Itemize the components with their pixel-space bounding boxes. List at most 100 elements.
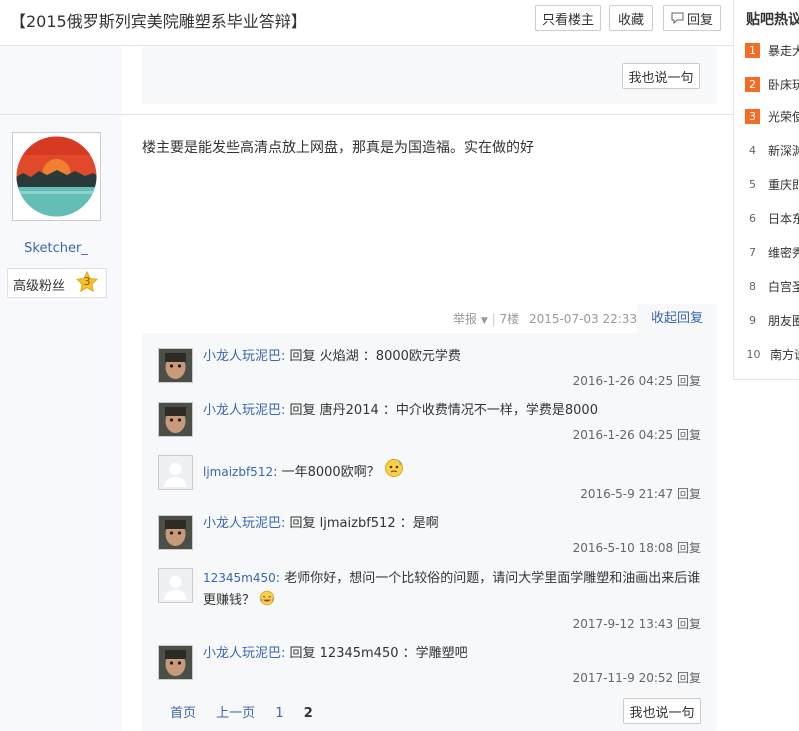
hot-rank: 7: [749, 245, 756, 259]
hot-rank: 10: [746, 347, 761, 361]
comment-icon: [671, 12, 684, 24]
reply-action-link[interactable]: 回复: [677, 374, 701, 388]
child-avatar-image: [159, 403, 192, 436]
reply-avatar[interactable]: [158, 515, 193, 550]
hot-topic-text[interactable]: 南方说: [770, 346, 799, 363]
reply-avatar[interactable]: [158, 568, 193, 603]
avatar[interactable]: [12, 132, 101, 221]
reply-action-link[interactable]: 回复: [677, 428, 701, 442]
reply-time: 2016-5-10 18:08: [572, 541, 674, 555]
page-1-link[interactable]: 1: [275, 706, 283, 721]
hot-topic-item[interactable]: 1 暴走大: [745, 40, 799, 60]
reply-text: 小龙人玩泥巴: 回复 唐丹2014 ：中介收费情况不一样，学费是8000: [203, 403, 598, 418]
rank-badge: 高级粉丝 3: [7, 268, 107, 298]
reply-meta: 2016-5-9 21:47 回复: [580, 485, 701, 502]
thread-header: 【2015俄罗斯列宾美院雕塑系毕业答辩】 只看楼主 收藏 回复: [0, 0, 733, 46]
thread-title: 【2015俄罗斯列宾美院雕塑系毕业答辩】: [10, 12, 307, 31]
reply-button-label: 回复: [686, 12, 713, 28]
hot-topic-text[interactable]: 白宫圣: [768, 278, 799, 295]
reply-time: 2017-11-9 20:52: [572, 671, 674, 685]
hot-topic-item[interactable]: 7 维密秀: [745, 242, 799, 262]
hot-topic-item[interactable]: 4 新深渊: [745, 140, 799, 160]
hot-topic-text[interactable]: 光荣使: [768, 108, 799, 125]
only-op-button[interactable]: 只看楼主: [535, 5, 601, 31]
post-divider: [0, 114, 733, 115]
reply-action-link[interactable]: 回复: [677, 617, 701, 631]
chevron-down-icon[interactable]: ▼: [481, 316, 488, 326]
hot-topics-title: 贴吧热议: [746, 12, 799, 28]
hot-rank: 9: [749, 313, 756, 327]
rank-label: 高级粉丝: [13, 279, 66, 294]
collapse-replies-tab[interactable]: 收起回复: [637, 304, 717, 333]
hot-topic-text[interactable]: 朋友圈: [768, 312, 799, 329]
report-link[interactable]: 举报: [453, 312, 477, 326]
hot-topic-text[interactable]: 重庆即: [768, 176, 799, 193]
say-something-button[interactable]: 我也说一句: [623, 698, 701, 724]
hot-rank: 1: [745, 42, 760, 58]
reply-meta: 2016-1-26 04:25 回复: [573, 372, 701, 389]
reply-text: 小龙人玩泥巴: 回复 12345m450 ：学雕塑吧: [203, 646, 468, 661]
reply-action-link[interactable]: 回复: [677, 671, 701, 685]
reply-avatar[interactable]: [158, 348, 193, 383]
hot-topic-item[interactable]: 5 重庆即: [745, 174, 799, 194]
reply-user[interactable]: 小龙人玩泥巴: [203, 646, 281, 661]
reply-user[interactable]: 12345m450: [203, 571, 276, 585]
hot-rank: 4: [749, 143, 756, 157]
prev-page-link[interactable]: 上一页: [216, 706, 255, 721]
hot-topic-item[interactable]: 2 卧床玩: [745, 74, 799, 94]
reply-content: 一年8000欧啊？: [281, 465, 380, 480]
hot-topic-item[interactable]: 6 日本东: [745, 208, 799, 228]
hot-rank: 2: [745, 76, 760, 92]
reply-text: 12345m450: 老师你好，想问一个比较俗的问题，请问大学里面学雕塑和油画出…: [203, 571, 701, 608]
prev-post-reply-area: 我也说一句: [142, 47, 717, 104]
reply-time: 2016-5-9 21:47: [580, 487, 674, 501]
reply-text: 小龙人玩泥巴: 回复 火焰湖 ：8000欧元学费: [203, 349, 461, 364]
reply-text: ljmaizbf512: 一年8000欧啊？: [203, 458, 703, 484]
favorite-button[interactable]: 收藏: [609, 5, 653, 31]
first-page-link[interactable]: 首页: [170, 706, 196, 721]
post-author-name[interactable]: Sketcher_: [0, 241, 112, 256]
hot-rank: 6: [749, 211, 756, 225]
reply-meta: 2016-5-10 18:08 回复: [573, 539, 701, 556]
level-star-icon: 3: [75, 270, 99, 293]
hot-topic-text[interactable]: 日本东: [768, 210, 799, 227]
reply-time: 2016-1-26 04:25: [572, 428, 674, 442]
hot-topic-text[interactable]: 暴走大: [768, 42, 799, 59]
hot-rank: 8: [749, 279, 756, 293]
laughing-emoji-icon: [259, 590, 275, 606]
reply-user[interactable]: 小龙人玩泥巴: [203, 516, 281, 531]
reply-user[interactable]: ljmaizbf512: [203, 465, 273, 479]
hot-topic-text[interactable]: 新深渊: [768, 142, 799, 159]
hot-topic-text[interactable]: 卧床玩: [768, 76, 799, 93]
level-number: 3: [83, 275, 91, 288]
hot-topic-item[interactable]: 10 南方说: [745, 344, 799, 364]
reply-meta: 2017-9-12 13:43 回复: [573, 615, 701, 632]
reply-action-link[interactable]: 回复: [677, 541, 701, 555]
reply-user[interactable]: 小龙人玩泥巴: [203, 403, 281, 418]
floor-number: 7楼: [499, 312, 520, 326]
reply-button[interactable]: 回复: [663, 5, 721, 31]
hot-topic-item[interactable]: 9 朋友圈: [745, 310, 799, 330]
post-time: 2015-07-03 22:33: [528, 312, 638, 326]
reply-content: 回复 火焰湖 ：8000欧元学费: [289, 349, 461, 364]
default-user-icon: [159, 456, 192, 489]
post-meta: 举报 ▼ | 7楼 2015-07-03 22:33: [453, 312, 638, 326]
reply-avatar[interactable]: [158, 645, 193, 680]
reply-meta: 2016-1-26 04:25 回复: [573, 426, 701, 443]
reply-user[interactable]: 小龙人玩泥巴: [203, 349, 281, 364]
reply-action-link[interactable]: 回复: [677, 487, 701, 501]
reply-time: 2017-9-12 13:43: [572, 617, 674, 631]
hot-topic-text[interactable]: 维密秀: [768, 244, 799, 261]
reply-avatar[interactable]: [158, 455, 193, 490]
reply-time: 2016-1-26 04:25: [572, 374, 674, 388]
child-avatar-image: [159, 516, 192, 549]
sunset-avatar-image: [16, 136, 97, 217]
reply-text: 小龙人玩泥巴: 回复 ljmaizbf512 ：是啊: [203, 516, 439, 531]
hot-topic-item[interactable]: 8 白宫圣: [745, 276, 799, 296]
hot-topic-item[interactable]: 3 光荣使: [745, 106, 799, 126]
reply-content: 回复 12345m450 ：学雕塑吧: [289, 646, 468, 661]
reply-avatar[interactable]: [158, 402, 193, 437]
say-something-button[interactable]: 我也说一句: [622, 63, 700, 89]
reply-pagination: 首页 上一页 1 2: [170, 702, 329, 721]
post-content: 楼主要是能发些高清点放上网盘，那真是为国造福。实在做的好: [142, 140, 534, 156]
